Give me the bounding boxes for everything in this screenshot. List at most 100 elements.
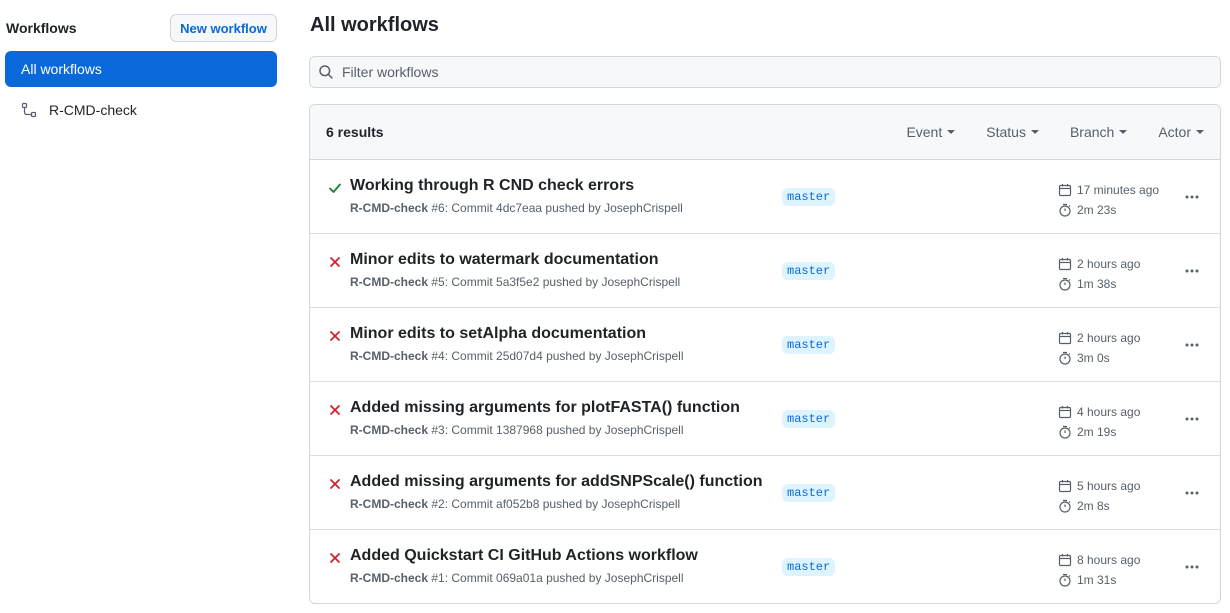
branch-filter-dropdown[interactable]: Branch xyxy=(1069,124,1128,140)
more-options-button[interactable] xyxy=(1182,409,1202,429)
stopwatch-icon xyxy=(1058,573,1072,587)
run-details: #5: Commit 5a3f5e2 pushed by JosephCrisp… xyxy=(428,275,681,289)
sidebar-item-r-cmd-check[interactable]: R-CMD-check xyxy=(5,92,277,128)
x-icon xyxy=(328,403,342,417)
run-title-link[interactable]: Working through R CND check errors xyxy=(350,177,634,195)
event-filter-dropdown[interactable]: Event xyxy=(906,124,956,140)
runs-list: 6 results Event Status Branch Actor Work… xyxy=(309,104,1221,604)
sidebar: Workflows New workflow All workflows R-C… xyxy=(0,0,285,613)
run-title-link[interactable]: Added missing arguments for addSNPScale(… xyxy=(350,473,763,491)
page-title: All workflows xyxy=(310,14,439,36)
calendar-icon xyxy=(1058,405,1072,419)
x-icon xyxy=(328,329,342,343)
stopwatch-icon xyxy=(1058,499,1072,513)
branch-label[interactable]: master xyxy=(782,410,836,428)
run-relative-time: 17 minutes ago xyxy=(1077,183,1160,197)
run-details: #4: Commit 25d07d4 pushed by JosephCrisp… xyxy=(428,349,684,363)
run-relative-time: 2 hours ago xyxy=(1077,257,1141,271)
run-title-link[interactable]: Added Quickstart CI GitHub Actions workf… xyxy=(350,547,698,565)
run-relative-time: 2 hours ago xyxy=(1077,331,1141,345)
search-icon xyxy=(318,64,334,80)
kebab-horizontal-icon xyxy=(1185,417,1199,421)
run-times: 17 minutes ago 2m 23s xyxy=(1058,180,1159,220)
run-meta: R-CMD-check #2: Commit af052b8 pushed by… xyxy=(350,497,680,511)
run-times: 2 hours ago 1m 38s xyxy=(1058,254,1140,294)
stopwatch-icon xyxy=(1058,425,1072,439)
calendar-icon xyxy=(1058,479,1072,493)
run-workflow-name: R-CMD-check xyxy=(350,201,429,215)
run-duration: 2m 23s xyxy=(1077,203,1117,217)
run-workflow-name: R-CMD-check xyxy=(350,571,429,585)
runs-rows: Working through R CND check errors R-CMD… xyxy=(310,160,1220,603)
sidebar-item-label: All workflows xyxy=(21,61,102,77)
new-workflow-button[interactable]: New workflow xyxy=(170,14,277,42)
results-count: 6 results xyxy=(326,124,384,140)
workflow-run-row[interactable]: Added missing arguments for addSNPScale(… xyxy=(310,456,1220,530)
branch-label[interactable]: master xyxy=(782,262,836,280)
chevron-down-icon xyxy=(947,130,956,134)
x-icon xyxy=(328,551,342,565)
chevron-down-icon xyxy=(1030,130,1039,134)
stopwatch-icon xyxy=(1058,277,1072,291)
more-options-button[interactable] xyxy=(1182,557,1202,577)
status-filter-dropdown[interactable]: Status xyxy=(986,124,1039,140)
run-duration: 1m 38s xyxy=(1077,277,1117,291)
filter-workflows-field[interactable] xyxy=(309,56,1221,88)
branch-label[interactable]: master xyxy=(782,484,836,502)
workflow-run-row[interactable]: Added Quickstart CI GitHub Actions workf… xyxy=(310,530,1220,603)
workflow-run-row[interactable]: Minor edits to setAlpha documentation R-… xyxy=(310,308,1220,382)
run-times: 8 hours ago 1m 31s xyxy=(1058,550,1140,590)
filter-dropdowns: Event Status Branch Actor xyxy=(906,124,1204,140)
workflow-run-row[interactable]: Minor edits to watermark documentation R… xyxy=(310,234,1220,308)
calendar-icon xyxy=(1058,183,1072,197)
kebab-horizontal-icon xyxy=(1185,343,1199,347)
calendar-icon xyxy=(1058,553,1072,567)
run-workflow-name: R-CMD-check xyxy=(350,349,429,363)
run-meta: R-CMD-check #5: Commit 5a3f5e2 pushed by… xyxy=(350,275,680,289)
chevron-down-icon xyxy=(1196,130,1204,134)
run-duration: 3m 0s xyxy=(1077,351,1110,365)
run-relative-time: 8 hours ago xyxy=(1077,553,1141,567)
branch-filter-label: Branch xyxy=(1069,124,1115,140)
run-duration: 2m 19s xyxy=(1077,425,1117,439)
run-duration: 2m 8s xyxy=(1077,499,1110,513)
branch-label[interactable]: master xyxy=(782,336,836,354)
actor-filter-dropdown[interactable]: Actor xyxy=(1158,124,1204,140)
more-options-button[interactable] xyxy=(1182,483,1202,503)
main-content: All workflows 6 results Event Status Bra… xyxy=(309,0,1221,613)
run-title-link[interactable]: Minor edits to setAlpha documentation xyxy=(350,325,646,343)
filter-workflows-input[interactable] xyxy=(342,64,1202,80)
more-options-button[interactable] xyxy=(1182,335,1202,355)
more-options-button[interactable] xyxy=(1182,261,1202,281)
run-workflow-name: R-CMD-check xyxy=(350,423,429,437)
run-title-link[interactable]: Minor edits to watermark documentation xyxy=(350,251,658,269)
stopwatch-icon xyxy=(1058,203,1072,217)
run-details: #1: Commit 069a01a pushed by JosephCrisp… xyxy=(428,571,684,585)
run-workflow-name: R-CMD-check xyxy=(350,275,429,289)
calendar-icon xyxy=(1058,331,1072,345)
status-filter-label: Status xyxy=(986,124,1026,140)
calendar-icon xyxy=(1058,257,1072,271)
workflow-icon xyxy=(21,102,37,118)
kebab-horizontal-icon xyxy=(1185,491,1199,495)
sidebar-title: Workflows xyxy=(6,20,77,36)
sidebar-item-label: R-CMD-check xyxy=(49,102,137,118)
more-options-button[interactable] xyxy=(1182,187,1202,207)
runs-list-header: 6 results Event Status Branch Actor xyxy=(310,105,1220,160)
run-times: 4 hours ago 2m 19s xyxy=(1058,402,1140,442)
run-times: 5 hours ago 2m 8s xyxy=(1058,476,1140,516)
run-relative-time: 4 hours ago xyxy=(1077,405,1141,419)
run-title-link[interactable]: Added missing arguments for plotFASTA() … xyxy=(350,399,740,417)
kebab-horizontal-icon xyxy=(1185,565,1199,569)
run-duration: 1m 31s xyxy=(1077,573,1117,587)
branch-label[interactable]: master xyxy=(782,188,836,206)
workflow-run-row[interactable]: Working through R CND check errors R-CMD… xyxy=(310,160,1220,234)
workflow-run-row[interactable]: Added missing arguments for plotFASTA() … xyxy=(310,382,1220,456)
run-details: #3: Commit 1387968 pushed by JosephCrisp… xyxy=(428,423,684,437)
branch-label[interactable]: master xyxy=(782,558,836,576)
sidebar-item-all-workflows[interactable]: All workflows xyxy=(5,51,277,87)
kebab-horizontal-icon xyxy=(1185,269,1199,273)
kebab-horizontal-icon xyxy=(1185,195,1199,199)
x-icon xyxy=(328,255,342,269)
run-meta: R-CMD-check #1: Commit 069a01a pushed by… xyxy=(350,571,684,585)
